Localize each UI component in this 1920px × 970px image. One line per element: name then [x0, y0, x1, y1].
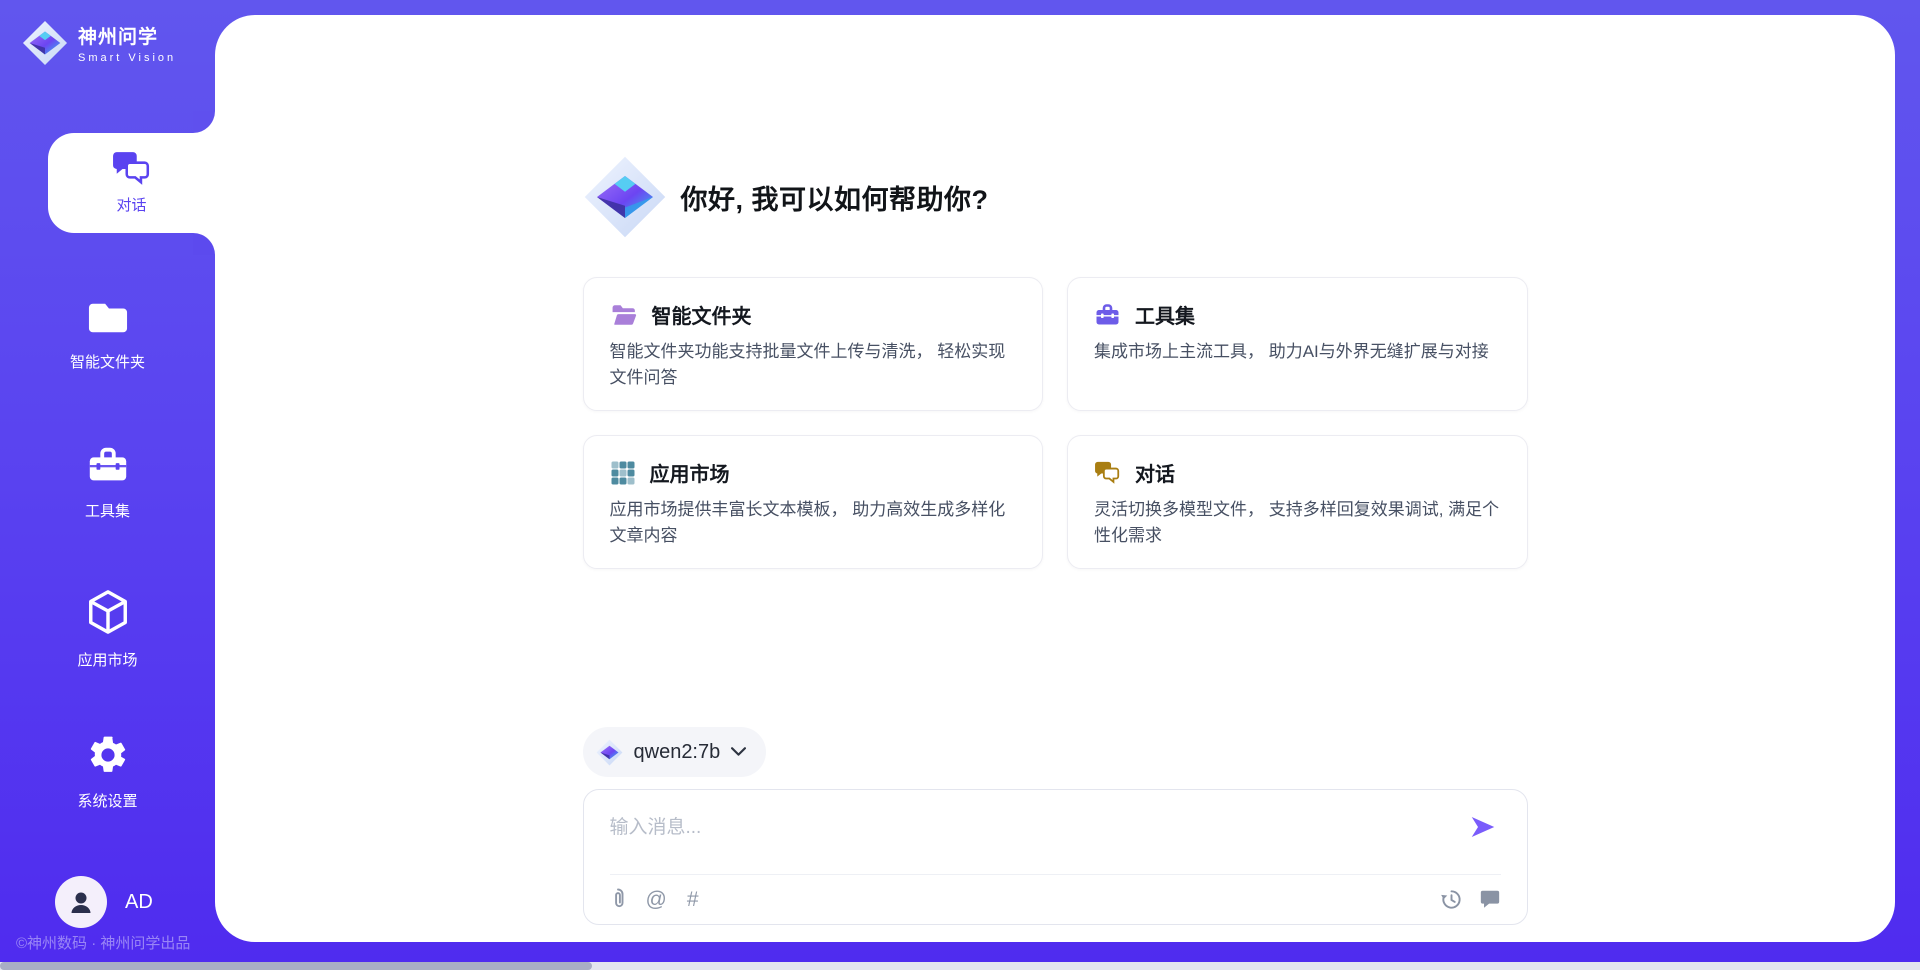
app-logo: 神州问学 Smart Vision	[22, 20, 176, 66]
card-title: 智能文件夹	[652, 300, 752, 329]
sidebar-item-label: 对话	[116, 194, 146, 215]
chat-bubbles-icon	[112, 151, 152, 187]
card-app-market[interactable]: 应用市场 应用市场提供丰富长文本模板， 助力高效生成多样化文章内容	[583, 435, 1044, 569]
feedback-icon[interactable]	[1479, 888, 1501, 910]
card-description: 集成市场上主流工具， 助力AI与外界无缝扩展与对接	[1094, 339, 1501, 365]
hero: 你好, 我可以如何帮助你?	[583, 155, 1528, 239]
card-smart-folder[interactable]: 智能文件夹 智能文件夹功能支持批量文件上传与清洗， 轻松实现文件问答	[583, 277, 1044, 411]
person-icon	[66, 887, 96, 917]
card-description: 智能文件夹功能支持批量文件上传与清洗， 轻松实现文件问答	[610, 339, 1017, 390]
tab-fillet-bottom	[193, 233, 215, 255]
folder-icon	[85, 298, 131, 338]
folder-open-icon	[610, 303, 638, 327]
footer-credit: ©神州数码 · 神州问学出品	[16, 932, 190, 953]
send-icon	[1468, 812, 1498, 842]
message-composer: @ #	[583, 789, 1528, 925]
grid-icon	[610, 460, 636, 486]
message-input[interactable]	[584, 790, 1527, 864]
toolbox-icon	[85, 443, 131, 487]
card-description: 应用市场提供丰富长文本模板， 助力高效生成多样化文章内容	[610, 497, 1017, 548]
sidebar: 神州问学 Smart Vision 对话 智能文件夹 工具集	[0, 0, 215, 970]
sidebar-item-label: 工具集	[0, 500, 215, 521]
mention-icon[interactable]: @	[646, 889, 667, 910]
greeting-title: 你好, 我可以如何帮助你?	[681, 178, 989, 217]
sidebar-item-label: 智能文件夹	[0, 351, 215, 372]
history-icon[interactable]	[1440, 888, 1463, 911]
sidebar-item-toolkit[interactable]: 工具集	[0, 443, 215, 521]
sidebar-item-settings[interactable]: 系统设置	[0, 733, 215, 811]
chevron-down-icon	[731, 747, 746, 757]
card-title: 工具集	[1135, 300, 1195, 329]
model-name: qwen2:7b	[634, 741, 721, 764]
user-initials: AD	[125, 891, 153, 914]
cube-icon	[85, 588, 131, 636]
app-name: 神州问学	[78, 22, 176, 49]
send-button[interactable]	[1465, 810, 1501, 846]
main-panel: 你好, 我可以如何帮助你? 智能文件夹 智能文件夹功能支持批量文件上传与清洗， …	[215, 15, 1895, 942]
composer-divider	[610, 874, 1501, 875]
attachment-icon[interactable]	[610, 887, 626, 911]
toolbox-icon	[1094, 302, 1121, 327]
card-title: 对话	[1135, 458, 1175, 487]
horizontal-scrollbar[interactable]	[0, 962, 592, 970]
sidebar-item-chat[interactable]: 对话	[48, 133, 215, 233]
horizontal-scrollbar-track	[0, 962, 1920, 970]
card-title: 应用市场	[650, 458, 730, 487]
card-chat[interactable]: 对话 灵活切换多模型文件， 支持多样回复效果调试, 满足个性化需求	[1067, 435, 1528, 569]
app-logo-icon	[22, 20, 68, 66]
model-logo-icon	[596, 739, 623, 766]
feature-cards: 智能文件夹 智能文件夹功能支持批量文件上传与清洗， 轻松实现文件问答 工具集 集…	[583, 277, 1528, 569]
gear-icon	[86, 733, 130, 777]
tab-fillet-top	[193, 111, 215, 133]
hero-logo-icon	[583, 155, 667, 239]
avatar	[55, 876, 107, 928]
chat-bubbles-icon	[1094, 461, 1121, 485]
topic-icon[interactable]: #	[687, 889, 699, 910]
sidebar-item-app-market[interactable]: 应用市场	[0, 588, 215, 670]
sidebar-item-smart-folder[interactable]: 智能文件夹	[0, 298, 215, 372]
sidebar-item-label: 系统设置	[0, 790, 215, 811]
user-avatar[interactable]: AD	[55, 876, 153, 928]
card-description: 灵活切换多模型文件， 支持多样回复效果调试, 满足个性化需求	[1094, 497, 1501, 548]
model-selector[interactable]: qwen2:7b	[583, 727, 767, 777]
card-toolkit[interactable]: 工具集 集成市场上主流工具， 助力AI与外界无缝扩展与对接	[1067, 277, 1528, 411]
sidebar-item-label: 应用市场	[0, 649, 215, 670]
app-tagline: Smart Vision	[78, 52, 176, 64]
